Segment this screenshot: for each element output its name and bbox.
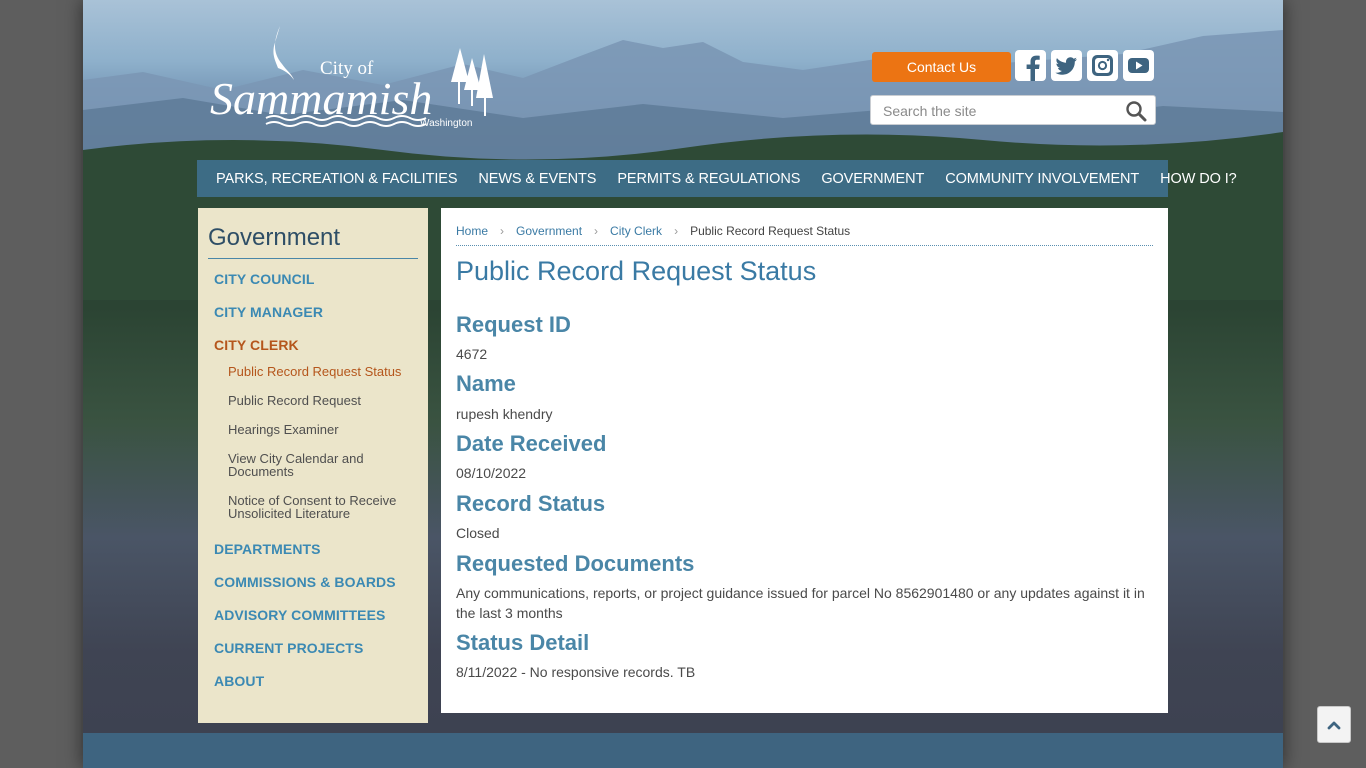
page-background: City of Sammamish Washington Contact Us … [83,0,1283,768]
field-label-date-received: Date Received [456,431,607,456]
sidebar-item-city-clerk[interactable]: CITY CLERK [214,337,299,353]
sidebar-item-city-council[interactable]: CITY COUNCIL [214,271,315,287]
breadcrumb-city-clerk[interactable]: City Clerk [610,224,662,238]
trees-icon [451,48,493,116]
sidebar-subitem-hearings-examiner[interactable]: Hearings Examiner [228,423,418,436]
sidebar-item-about[interactable]: ABOUT [214,673,264,689]
sidebar-subitem-city-calendar[interactable]: View City Calendar and Documents [228,452,378,478]
field-value-request-id: 4672 [456,346,488,362]
breadcrumb-home[interactable]: Home [456,224,488,238]
sidebar-subitem-record-request[interactable]: Public Record Request [228,394,418,407]
search-input[interactable] [883,102,1113,120]
chevron-right-icon: › [674,224,679,238]
field-label-record-status: Record Status [456,491,606,516]
field-label-status-detail: Status Detail [456,630,590,655]
facebook-icon[interactable] [1015,50,1046,81]
page-title: Public Record Request Status [456,256,817,286]
main-content: Home › Government › City Clerk › Public … [441,208,1168,713]
nav-news-events[interactable]: NEWS & EVENTS [465,171,604,187]
nav-how-do-i[interactable]: HOW DO I? [1147,171,1244,187]
city-logo[interactable]: City of Sammamish Washington [198,18,503,138]
sidebar-item-advisory-committees[interactable]: ADVISORY COMMITTEES [214,607,385,623]
logo-washington: Washington [420,118,472,129]
field-label-name: Name [456,371,516,396]
field-value-requested-documents: Any communications, reports, or project … [456,585,1145,621]
contact-us-button[interactable]: Contact Us [872,52,1011,82]
sidebar-item-departments[interactable]: DEPARTMENTS [214,541,321,557]
field-value-date-received: 08/10/2022 [456,465,527,481]
field-label-request-id: Request ID [456,312,571,337]
nav-permits-regulations[interactable]: PERMITS & REGULATIONS [604,171,808,187]
sidebar-subitem-notice-of-consent[interactable]: Notice of Consent to Receive Unsolicited… [228,494,408,520]
field-label-requested-documents: Requested Documents [456,551,695,576]
sidebar-item-commissions-boards[interactable]: COMMISSIONS & BOARDS [214,574,396,590]
chevron-right-icon: › [594,224,599,238]
footer [83,733,1283,768]
back-to-top-button[interactable] [1317,706,1351,743]
breadcrumb-government[interactable]: Government [516,224,582,238]
twitter-icon[interactable] [1051,50,1082,81]
sidebar-item-current-projects[interactable]: CURRENT PROJECTS [214,640,363,656]
sidebar-title: Government [208,224,418,259]
nav-government[interactable]: GOVERNMENT [808,171,932,187]
sidebar-subitem-record-request-status[interactable]: Public Record Request Status [228,365,418,378]
instagram-icon[interactable] [1087,50,1118,81]
field-value-record-status: Closed [456,525,500,541]
sidebar-item-city-manager[interactable]: CITY MANAGER [214,304,323,320]
breadcrumb-current: Public Record Request Status [690,224,851,238]
breadcrumb: Home › Government › City Clerk › Public … [456,224,1153,246]
sidebar: Government CITY COUNCIL CITY MANAGER CIT… [198,208,428,723]
chevron-right-icon: › [500,224,505,238]
chevron-up-icon [1327,721,1341,729]
search-icon[interactable] [1125,100,1147,122]
field-value-name: rupesh khendry [456,406,553,422]
nav-parks-recreation[interactable]: PARKS, RECREATION & FACILITIES [203,171,465,187]
field-value-status-detail: 8/11/2022 - No responsive records. TB [456,664,696,680]
nav-community-involvement[interactable]: COMMUNITY INVOLVEMENT [932,171,1147,187]
search-box [870,95,1156,125]
youtube-icon[interactable] [1123,50,1154,81]
main-nav: PARKS, RECREATION & FACILITIES NEWS & EV… [197,160,1237,197]
